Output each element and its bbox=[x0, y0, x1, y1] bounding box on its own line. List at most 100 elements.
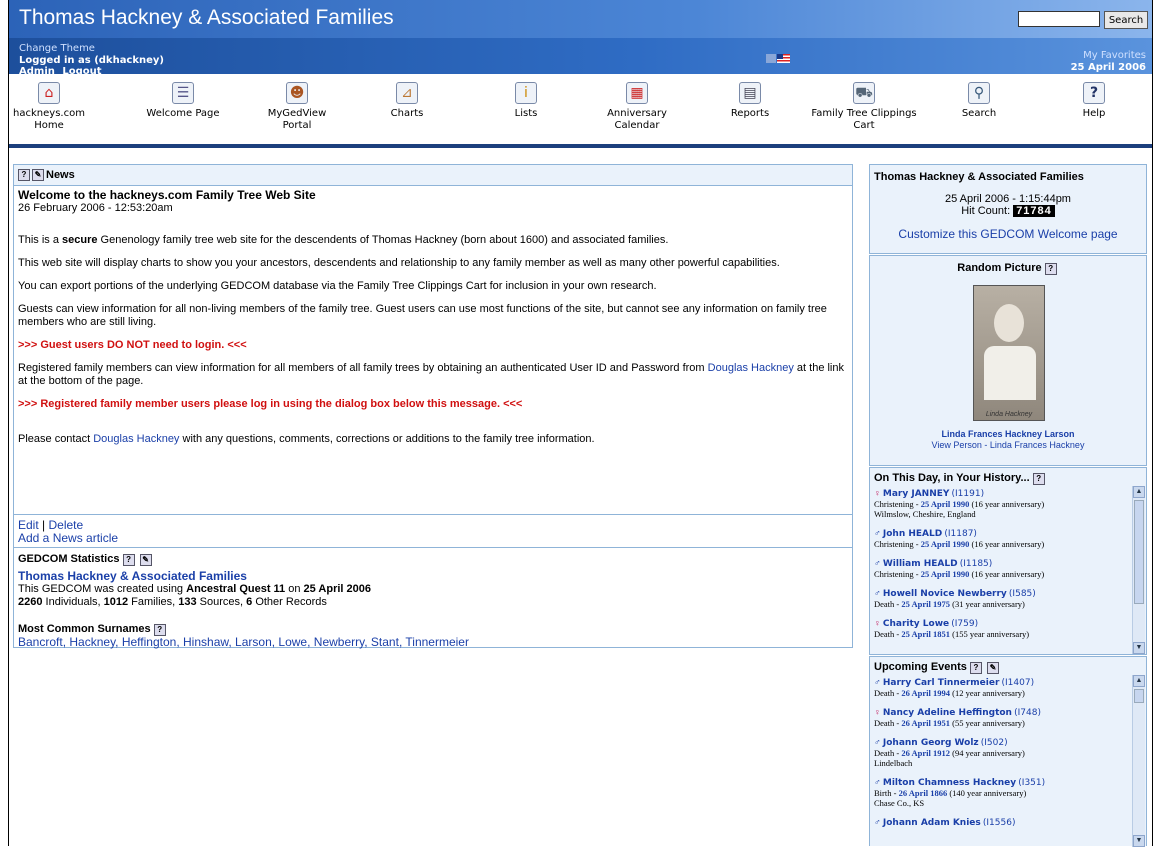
stats-title[interactable]: Thomas Hackney & Associated Families bbox=[18, 570, 848, 583]
welcome-info: 25 April 2006 - 1:15:44pm Hit Count: 717… bbox=[870, 193, 1146, 217]
surname-link[interactable]: Lowe bbox=[278, 635, 307, 649]
person-link[interactable]: William HEALD bbox=[883, 559, 958, 569]
person-link[interactable]: Milton Chamness Hackney bbox=[883, 778, 1016, 788]
add-news-link[interactable]: Add a News article bbox=[18, 532, 848, 545]
scroll-up-icon[interactable]: ▲ bbox=[1133, 486, 1145, 498]
event-item: ♂ Johann Georg Wolz (I502) Death - 26 Ap… bbox=[874, 737, 1132, 768]
help-icon[interactable]: ? bbox=[1032, 473, 1045, 485]
surname-link[interactable]: Stant bbox=[371, 635, 399, 649]
person-id[interactable]: (I1187) bbox=[944, 529, 977, 539]
random-picture-box: Random Picture ? Linda Hackney Linda Fra… bbox=[869, 255, 1147, 466]
main-nav: ⌂ hackneys.com Home ☰ Welcome Page ☻ MyG… bbox=[9, 74, 1152, 148]
event-date[interactable]: 25 April 1851 bbox=[901, 629, 950, 639]
person-id[interactable]: (I1185) bbox=[960, 559, 993, 569]
person-link[interactable]: Nancy Adeline Heffington bbox=[883, 708, 1012, 718]
stats-heading: GEDCOM Statistics bbox=[18, 553, 120, 565]
surname-link[interactable]: Tinnermeier bbox=[405, 635, 469, 649]
edit-link[interactable]: Edit bbox=[18, 518, 39, 532]
nav-label: hackneys.com Home bbox=[13, 108, 85, 131]
nav-help[interactable]: ? Help bbox=[1074, 82, 1114, 120]
surname-link[interactable]: Newberry bbox=[314, 635, 364, 649]
person-id[interactable]: (I748) bbox=[1014, 708, 1041, 718]
nav-label: Anniversary Calendar bbox=[607, 108, 667, 131]
nav-charts[interactable]: ⊿ Charts bbox=[382, 82, 432, 120]
scrollbar[interactable]: ▲ ▼ bbox=[1132, 675, 1145, 847]
person-id[interactable]: (I759) bbox=[951, 619, 978, 629]
customize-link[interactable]: Customize this GEDCOM Welcome page bbox=[870, 227, 1146, 241]
nav-lists[interactable]: i Lists bbox=[506, 82, 546, 120]
surname-link[interactable]: Hackney bbox=[69, 635, 115, 649]
created-date: 25 April 2006 bbox=[303, 583, 372, 595]
surname-link[interactable]: Heffington bbox=[122, 635, 177, 649]
guest-notice: >>> Guest users DO NOT need to login. <<… bbox=[18, 339, 247, 351]
nav-clippings-cart[interactable]: ⛟ Family Tree Clippings Cart bbox=[804, 82, 924, 132]
nav-label: Welcome Page bbox=[146, 108, 220, 119]
search-button[interactable]: Search bbox=[1104, 11, 1148, 29]
flag-icon[interactable] bbox=[766, 54, 776, 63]
scroll-thumb[interactable] bbox=[1134, 689, 1144, 703]
nav-label: Family Tree Clippings Cart bbox=[811, 108, 917, 131]
text: Please contact bbox=[18, 433, 94, 445]
configure-icon[interactable]: ✎ bbox=[987, 662, 1000, 674]
person-id[interactable]: (I585) bbox=[1009, 589, 1036, 599]
person-link[interactable]: Mary JANNEY bbox=[883, 489, 950, 499]
person-link[interactable]: John HEALD bbox=[883, 529, 942, 539]
news-block: ? ✎ News Welcome to the hackneys.com Fam… bbox=[13, 164, 853, 649]
configure-icon[interactable]: ✎ bbox=[139, 554, 152, 566]
event-date[interactable]: 26 April 1866 bbox=[899, 788, 948, 798]
help-icon[interactable]: ? bbox=[969, 662, 982, 674]
nav-reports[interactable]: ▤ Reports bbox=[725, 82, 775, 120]
random-photo[interactable]: Linda Hackney bbox=[973, 285, 1045, 421]
person-id[interactable]: (I1191) bbox=[952, 489, 985, 499]
view-person-link[interactable]: View Person - Linda Frances Hackney bbox=[870, 440, 1146, 450]
nav-label: Charts bbox=[390, 108, 424, 119]
configure-icon[interactable]: ✎ bbox=[32, 169, 44, 181]
help-icon[interactable]: ? bbox=[1044, 263, 1057, 275]
nav-home[interactable]: ⌂ hackneys.com Home bbox=[13, 82, 85, 132]
nav-portal[interactable]: ☻ MyGedView Portal bbox=[252, 82, 342, 132]
scroll-down-icon[interactable]: ▼ bbox=[1133, 642, 1145, 654]
person-id[interactable]: (I502) bbox=[981, 738, 1008, 748]
person-link[interactable]: Howell Novice Newberry bbox=[883, 589, 1007, 599]
person-id[interactable]: (I1556) bbox=[983, 818, 1016, 828]
stats-created: This GEDCOM was created using Ancestral … bbox=[18, 583, 848, 596]
nav-calendar[interactable]: ▦ Anniversary Calendar bbox=[597, 82, 677, 132]
event-date[interactable]: 25 April 1975 bbox=[901, 599, 950, 609]
person-link[interactable]: Johann Adam Knies bbox=[883, 818, 981, 828]
surname-link[interactable]: Larson bbox=[235, 635, 272, 649]
event-date[interactable]: 26 April 1994 bbox=[901, 688, 950, 698]
person-link[interactable]: Charity Lowe bbox=[883, 619, 949, 629]
favorites-menu[interactable]: My Favorites bbox=[1083, 50, 1146, 61]
person-id[interactable]: (I351) bbox=[1018, 778, 1045, 788]
text: Individuals, bbox=[42, 596, 104, 608]
search-input[interactable] bbox=[1018, 11, 1100, 27]
us-flag-icon[interactable] bbox=[777, 54, 790, 63]
person-link[interactable]: Harry Carl Tinnermeier bbox=[883, 678, 1000, 688]
random-person-link[interactable]: Linda Frances Hackney Larson bbox=[870, 429, 1146, 439]
scroll-up-icon[interactable]: ▲ bbox=[1133, 675, 1145, 687]
nav-welcome[interactable]: ☰ Welcome Page bbox=[142, 82, 224, 120]
photo-signature: Linda Hackney bbox=[985, 411, 1033, 418]
event-date[interactable]: 25 April 1990 bbox=[921, 569, 970, 579]
scroll-down-icon[interactable]: ▼ bbox=[1133, 835, 1145, 847]
help-icon[interactable]: ? bbox=[18, 169, 30, 181]
event-date[interactable]: 26 April 1951 bbox=[901, 718, 950, 728]
person-link[interactable]: Johann Georg Wolz bbox=[883, 738, 979, 748]
help-icon[interactable]: ? bbox=[122, 554, 135, 566]
language-flags bbox=[766, 54, 790, 64]
text-bold: secure bbox=[62, 234, 98, 246]
person-id[interactable]: (I1407) bbox=[1002, 678, 1035, 688]
scroll-thumb[interactable] bbox=[1134, 500, 1144, 604]
event-date[interactable]: 26 April 1912 bbox=[901, 748, 950, 758]
event-date[interactable]: 25 April 1990 bbox=[921, 539, 970, 549]
scrollbar[interactable]: ▲ ▼ bbox=[1132, 486, 1145, 654]
douglas-hackney-link[interactable]: Douglas Hackney bbox=[708, 362, 794, 374]
event-type: Christening - bbox=[874, 499, 921, 509]
change-theme-link[interactable]: Change Theme bbox=[19, 43, 95, 54]
surname-link[interactable]: Bancroft bbox=[18, 635, 63, 649]
event-date[interactable]: 25 April 1990 bbox=[921, 499, 970, 509]
surname-link[interactable]: Hinshaw bbox=[183, 635, 228, 649]
delete-link[interactable]: Delete bbox=[48, 518, 83, 532]
douglas-hackney-link[interactable]: Douglas Hackney bbox=[93, 433, 179, 445]
nav-search[interactable]: ⚲ Search bbox=[954, 82, 1004, 120]
